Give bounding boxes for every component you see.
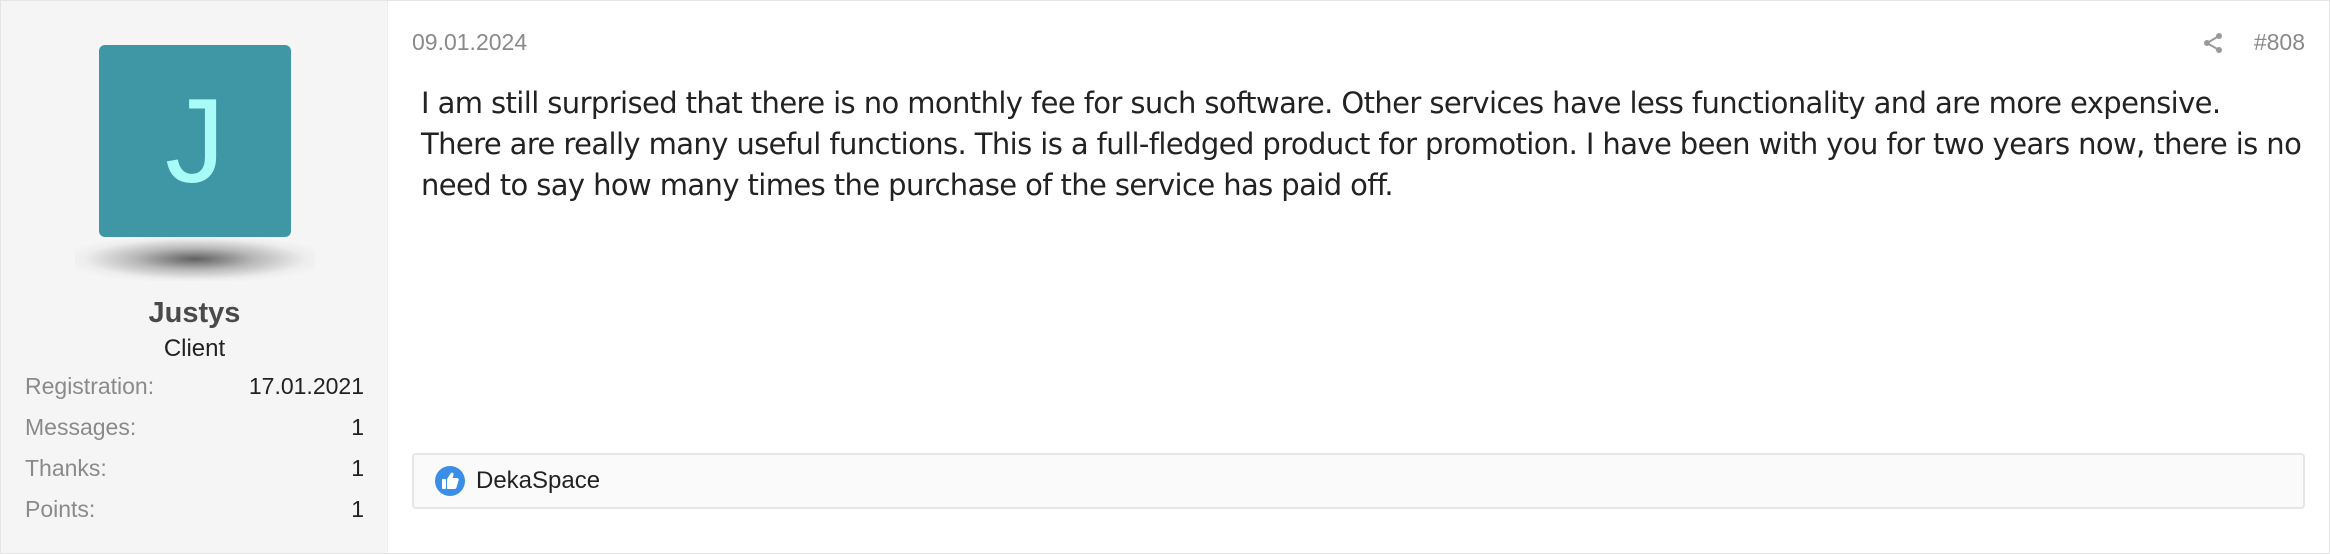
post-number[interactable]: #808 (2254, 29, 2305, 56)
post-content: 09.01.2024 #808 I am still surprised tha… (388, 1, 2329, 553)
post-body: I am still surprised that there is no mo… (421, 86, 2302, 202)
stat-label: Messages: (25, 414, 137, 440)
stat-points: Points: 1 (25, 494, 364, 535)
stat-registration: Registration: 17.01.2021 (25, 371, 364, 412)
username[interactable]: Justys (1, 297, 388, 330)
user-title: Client (163, 335, 226, 362)
reactions-bar: DekaSpace (412, 453, 2305, 509)
stat-messages: Messages: 1 (25, 412, 364, 453)
avatar[interactable]: J (99, 45, 291, 237)
stat-value: 1 (351, 414, 364, 440)
user-stats: Registration: 17.01.2021 Messages: 1 Tha… (25, 371, 364, 535)
stat-label: Registration: (25, 373, 155, 399)
reaction-users[interactable]: DekaSpace (476, 467, 600, 495)
stat-thanks: Thanks: 1 (25, 453, 364, 494)
post-date[interactable]: 09.01.2024 (412, 29, 527, 56)
avatar-shadow (75, 237, 315, 281)
post-actions: #808 (2202, 29, 2305, 56)
stat-value: 1 (351, 496, 364, 522)
share-icon[interactable] (2202, 32, 2224, 54)
forum-post: J Justys Client Registration: 17.01.2021… (0, 0, 2330, 554)
stat-value: 1 (351, 455, 364, 481)
stat-label: Points: (25, 496, 96, 522)
avatar-letter: J (165, 74, 225, 208)
user-sidebar: J Justys Client Registration: 17.01.2021… (1, 1, 388, 553)
stat-label: Thanks: (25, 455, 107, 481)
thumbs-up-icon (434, 465, 466, 497)
stat-value: 17.01.2021 (248, 373, 364, 399)
